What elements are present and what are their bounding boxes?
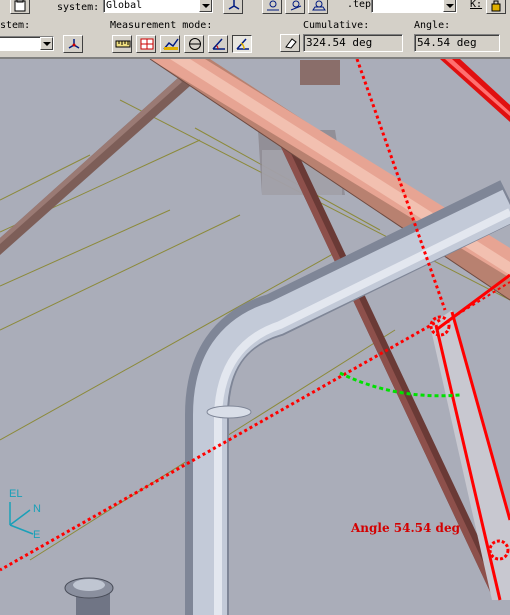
eraser-button[interactable] [280, 34, 300, 52]
chevron-down-icon[interactable] [199, 0, 212, 12]
axes-toggle-button[interactable] [223, 0, 243, 14]
snap-point-button[interactable] [262, 0, 282, 14]
north-east-axes-icon [68, 39, 80, 49]
angle-value-field: 54.54 deg [414, 34, 500, 52]
eraser-icon [285, 38, 297, 49]
axis-label-n: N [33, 503, 41, 515]
clipboard-icon-button[interactable] [10, 0, 30, 14]
pipe-fitting [64, 577, 114, 615]
measurement-mode-label: Measurement mode: [110, 20, 213, 31]
system-label: stem: [0, 20, 31, 31]
brace-beam-left [0, 78, 190, 255]
chevron-down-icon[interactable] [40, 37, 53, 50]
mode-angle-button[interactable] [208, 35, 228, 53]
snap-surface-icon [312, 0, 326, 11]
coordinate-system-select[interactable]: Global [103, 0, 213, 13]
measure-toolbar: system: Global .tep: K: stem: Measuremen… [0, 0, 510, 60]
grid-snap-icon [140, 38, 154, 50]
mode-distance-button[interactable] [112, 35, 132, 53]
3d-viewport[interactable]: Angle 54.54 deg EL N E [0, 59, 510, 615]
snap-line-button[interactable] [285, 0, 305, 14]
snap-point-icon [267, 0, 279, 11]
mode-cumulative-angle-button[interactable] [232, 35, 252, 53]
step-select[interactable] [371, 0, 457, 13]
cumulative-value-field: 324.54 deg [303, 34, 403, 52]
axis-label-e: E [33, 529, 41, 541]
mode-chart-button[interactable] [160, 35, 180, 53]
snap-surface-button[interactable] [308, 0, 328, 14]
angle-label: Angle: [414, 20, 451, 31]
red-frame [440, 59, 510, 122]
angle-measure-icon [212, 38, 225, 50]
mode-grid-button[interactable] [136, 35, 156, 53]
clipboard-icon [14, 0, 26, 12]
circle-measure-icon [189, 38, 201, 50]
selected-member [429, 273, 510, 601]
coordinate-system-value: Global [106, 0, 143, 11]
lock-icon [491, 0, 501, 12]
axis-label-el: EL [9, 488, 23, 500]
coordinate-system-label: system: [57, 2, 100, 13]
north-east-axes-button[interactable] [63, 35, 83, 53]
k-label: K: [470, 0, 483, 10]
lock-button[interactable] [486, 0, 506, 14]
cumulative-angle-icon [236, 38, 249, 50]
chart-measure-icon [163, 38, 179, 50]
ruler-icon [115, 40, 131, 48]
cumulative-label: Cumulative: [303, 20, 370, 31]
system-select[interactable] [0, 36, 54, 51]
angle-annotation: Angle 54.54 deg [351, 521, 460, 535]
mode-circle-button[interactable] [184, 35, 204, 53]
snap-line-icon [290, 0, 302, 11]
chevron-down-icon[interactable] [443, 0, 456, 12]
axis-triad-icon [9, 502, 34, 535]
axes-icon [228, 0, 240, 10]
